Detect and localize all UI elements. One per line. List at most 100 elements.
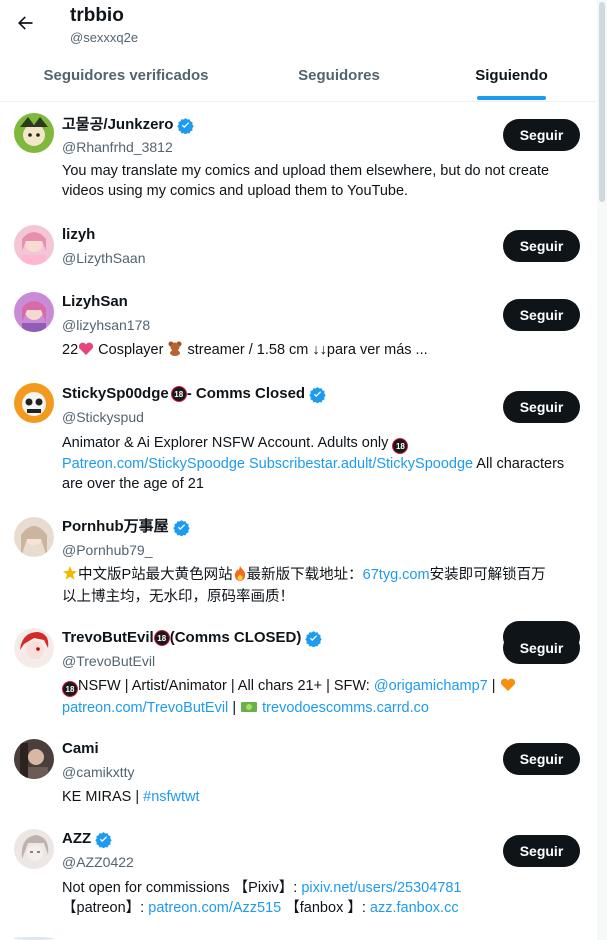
- avatar[interactable]: [14, 517, 54, 557]
- user-bio: 22 Cosplayer streamer / 1.58 cm ↓↓para v…: [62, 340, 582, 362]
- follow-button[interactable]: Seguir: [503, 835, 580, 867]
- user-handle: @Stickyspud: [62, 409, 144, 425]
- verified-badge-icon: [177, 117, 195, 134]
- bio-text: 【patreon】:: [62, 900, 149, 916]
- user-handle: @TrevoButEvil: [62, 653, 156, 669]
- title-block: trbbio @sexxxq2e: [70, 5, 138, 47]
- name-row: LizyhSan: [62, 292, 128, 312]
- list-item[interactable]: LizyhSan @lizyhsan178 22 Cosplayer strea…: [0, 279, 597, 369]
- bio-text: |: [228, 700, 241, 716]
- avatar[interactable]: [14, 739, 54, 779]
- bio-line: 中文版P站最大黄色网站 最新版下载地址：67tyg.com安装即可解锁百万: [62, 565, 582, 587]
- bio-line: videos using my comics and upload them t…: [62, 183, 409, 199]
- money-icon: [240, 700, 258, 720]
- user-name[interactable]: StickySp00dge: [62, 384, 169, 404]
- user-name-suffix: - Comms Closed: [186, 385, 306, 402]
- follow-button[interactable]: Seguir: [503, 391, 580, 423]
- user-name[interactable]: 고물공/Junkzero: [62, 115, 173, 135]
- adult-18-icon: 18: [62, 681, 78, 697]
- bio-text: 中文版P站最大黄色网站: [78, 567, 233, 583]
- bio-line: 【patreon】: patreon.com/Azz515 【fanbox 】:…: [62, 898, 582, 918]
- avatar[interactable]: [14, 225, 54, 265]
- avatar[interactable]: [14, 628, 54, 668]
- bio-link[interactable]: #nsfwtwt: [143, 789, 199, 805]
- verified-badge-icon: [95, 831, 112, 848]
- list-item[interactable]: Cami @camikxtty KE MIRAS | #nsfwtwt Segu…: [0, 725, 597, 814]
- adult-18-icon: 18: [392, 438, 409, 454]
- user-handle: @Pornhub79_: [62, 542, 153, 558]
- scrollbar-thumb[interactable]: [599, 2, 605, 202]
- user-bio: You may translate my comics and upload t…: [62, 161, 582, 201]
- avatar[interactable]: [14, 829, 54, 869]
- list-item[interactable]: Pornhub万事屋 @Pornhub79_ 中文版P站最大黄色网站 最新版下载地…: [0, 503, 597, 653]
- bio-line: are over the age of 21: [62, 476, 204, 492]
- bio-text: 【fanbox 】:: [281, 900, 370, 916]
- bio-line: 以上博主均，无水印，原码率画质！: [62, 589, 294, 605]
- list-item[interactable]: TrevoButEvil 18 (Comms CLOSED) @TrevoBut…: [0, 614, 597, 725]
- heart-icon: [78, 342, 94, 362]
- user-name[interactable]: TrevoButEvil: [62, 628, 154, 648]
- name-row: 고물공/Junkzero: [62, 115, 195, 135]
- bio-line: Not open for commissions 【Pixiv】: pixiv.…: [62, 878, 582, 898]
- arrow-left-icon: [18, 16, 33, 30]
- bio-text: NSFW | Artist/Animator | All chars 21+ |…: [78, 678, 374, 694]
- user-bio: 中文版P站最大黄色网站 最新版下载地址：67tyg.com安装即可解锁百万 以上博…: [62, 565, 582, 607]
- bio-line: Animator & Ai Explorer NSFW Account. Adu…: [62, 433, 582, 454]
- bio-link[interactable]: azz.fanbox.cc: [370, 900, 459, 916]
- bio-text: 最新版下载地址：: [246, 567, 363, 583]
- follow-button[interactable]: Seguir: [503, 632, 580, 664]
- name-row: StickySp00dge 18 - Comms Closed: [62, 384, 326, 404]
- teddy-bear-icon: [167, 340, 183, 362]
- profile-header: trbbio @sexxxq2e: [0, 0, 597, 56]
- bio-link[interactable]: trevodoescomms.carrd.co: [262, 700, 429, 716]
- list-item[interactable]: 고물공/Junkzero @Rhanfrhd_3812 You may tran…: [0, 103, 597, 213]
- tab-followers[interactable]: Seguidores: [252, 56, 426, 102]
- verified-badge-icon: [309, 386, 326, 403]
- back-button[interactable]: [10, 8, 40, 38]
- bio-link[interactable]: Patreon.com/StickySpoodge: [62, 456, 245, 472]
- adult-18-icon: 18: [170, 386, 187, 402]
- bio-link[interactable]: patreon.com/TrevoButEvil: [62, 700, 228, 716]
- bio-line: patreon.com/TrevoButEvil | trevodoescomm…: [62, 698, 582, 720]
- avatar[interactable]: [14, 292, 54, 332]
- list-item[interactable]: lizyh @LizythSaan Seguir: [0, 213, 597, 279]
- bio-link[interactable]: pixiv.net/users/25304781: [301, 880, 461, 896]
- bio-text: 22: [62, 342, 79, 358]
- list-item[interactable]: AZZ @AZZ0422 Not open for commissions 【P…: [0, 814, 597, 940]
- name-row: AZZ: [62, 829, 112, 849]
- user-handle: @camikxtty: [62, 764, 135, 780]
- user-bio: KE MIRAS | #nsfwtwt: [62, 787, 582, 807]
- user-handle: @LizythSaan: [62, 250, 146, 266]
- list-item[interactable]: StickySp00dge 18 - Comms Closed @Stickys…: [0, 369, 597, 503]
- name-row: Pornhub万事屋: [62, 517, 190, 537]
- user-name[interactable]: lizyh: [62, 225, 95, 245]
- bio-text: 安装即可解锁百万: [429, 567, 546, 583]
- user-name[interactable]: AZZ: [62, 829, 91, 849]
- bio-line: 18 NSFW | Artist/Animator | All chars 21+…: [62, 676, 582, 698]
- orange-heart-icon: [500, 678, 516, 698]
- name-row: TrevoButEvil 18 (Comms CLOSED): [62, 628, 323, 648]
- verified-badge-icon: [172, 519, 190, 536]
- tab-verified-followers[interactable]: Seguidores verificados: [0, 56, 252, 102]
- bio-line: You may translate my comics and upload t…: [62, 163, 550, 179]
- user-name[interactable]: LizyhSan: [62, 292, 128, 312]
- bio-text: Cosplayer: [94, 342, 168, 358]
- user-handle: @AZZ0422: [62, 854, 134, 870]
- user-bio: Animator & Ai Explorer NSFW Account. Adu…: [62, 433, 582, 494]
- avatar[interactable]: [14, 113, 54, 153]
- bio-link[interactable]: patreon.com/Azz515: [148, 900, 281, 916]
- bio-link[interactable]: Subscribestar.adult/StickySpoodge: [249, 456, 473, 472]
- bio-text: Animator & Ai Explorer NSFW Account. Adu…: [62, 435, 393, 451]
- follow-button[interactable]: Seguir: [503, 119, 580, 151]
- user-name[interactable]: Pornhub万事屋: [62, 517, 169, 537]
- follow-button[interactable]: Seguir: [503, 230, 580, 262]
- bio-text: KE MIRAS |: [62, 789, 144, 805]
- bio-link[interactable]: @origamichamp7: [374, 678, 488, 694]
- scrollbar[interactable]: [597, 0, 607, 940]
- user-handle: @lizyhsan178: [62, 317, 151, 333]
- bio-link[interactable]: 67tyg.com: [363, 567, 430, 583]
- follow-button[interactable]: Seguir: [503, 743, 580, 775]
- user-name[interactable]: Cami: [62, 739, 99, 759]
- avatar[interactable]: [14, 383, 54, 423]
- follow-button[interactable]: Seguir: [503, 299, 580, 331]
